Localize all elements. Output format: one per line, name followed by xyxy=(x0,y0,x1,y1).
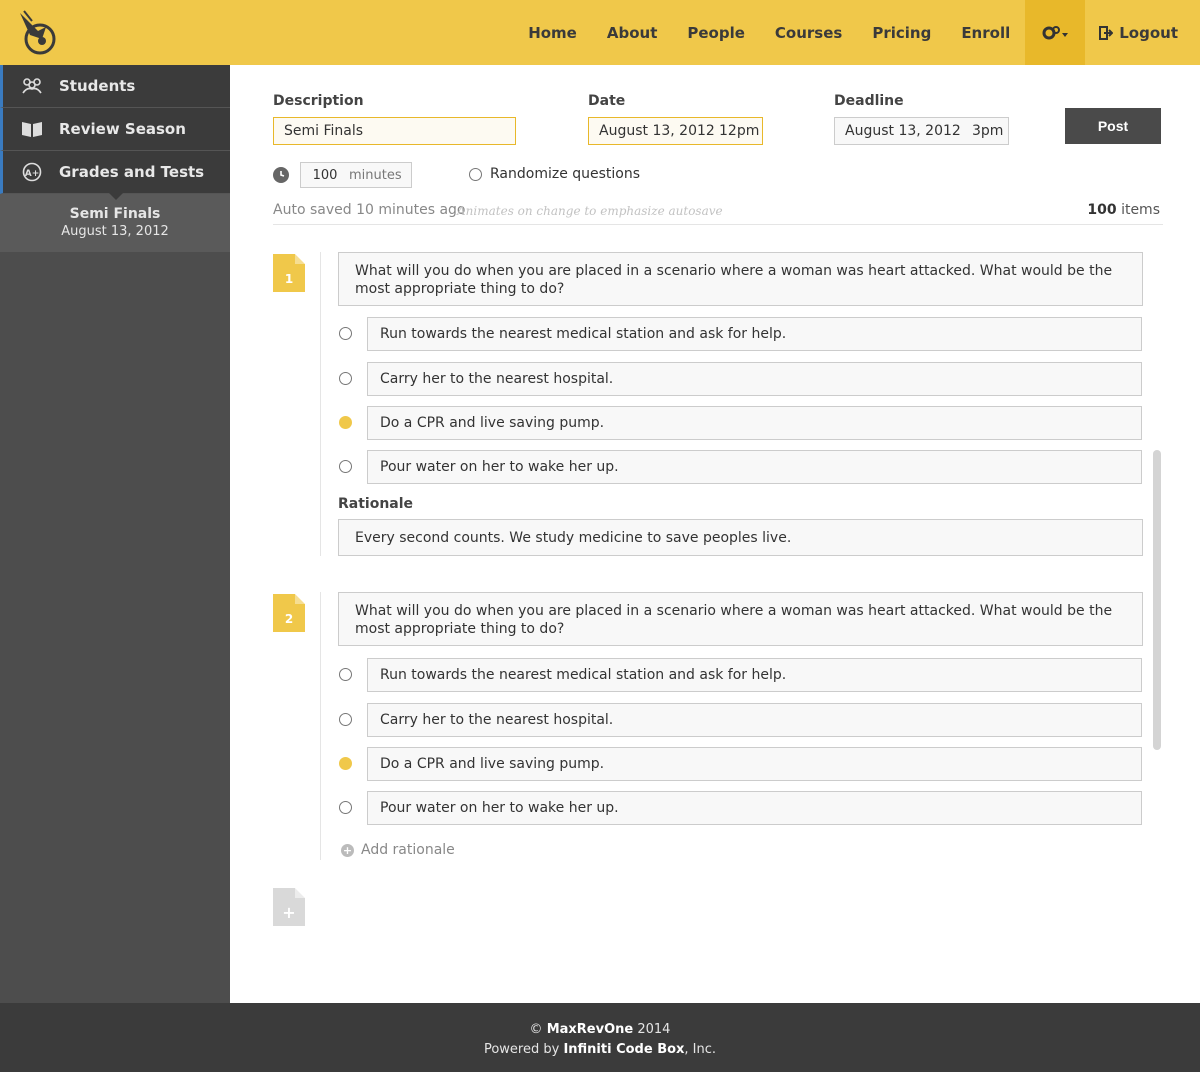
footer-brand: MaxRevOne xyxy=(546,1022,634,1037)
plus-icon: + xyxy=(282,903,296,922)
option-field[interactable]: Carry her to the nearest hospital. xyxy=(367,362,1142,396)
plus-icon: + xyxy=(341,843,354,857)
nav-about[interactable]: About xyxy=(592,0,673,65)
powered-brand[interactable]: Infiniti Code Box xyxy=(563,1042,684,1057)
question-text-field[interactable]: What will you do when you are placed in … xyxy=(338,252,1143,306)
date-label: Date xyxy=(588,93,626,109)
option-radio[interactable] xyxy=(339,372,352,385)
sidebar-item-students[interactable]: Students xyxy=(0,65,230,108)
date-time: 12pm xyxy=(719,123,760,139)
option-field[interactable]: Do a CPR and live saving pump. xyxy=(367,747,1142,781)
description-input[interactable]: Semi Finals xyxy=(273,117,516,145)
date-input[interactable]: August 13, 2012 12pm xyxy=(588,117,763,145)
option-radio[interactable] xyxy=(339,668,352,681)
autosave-note: Animates on change to emphasize autosave xyxy=(457,204,723,218)
randomize-label: Randomize questions xyxy=(490,166,641,182)
subitem-title: Semi Finals xyxy=(69,206,161,222)
footer-year: 2014 xyxy=(637,1022,671,1037)
sidebar-item-review-season[interactable]: Review Season xyxy=(0,108,230,151)
logout-label: Logout xyxy=(1119,23,1178,42)
option-radio-selected[interactable] xyxy=(339,757,352,770)
question-number: 1 xyxy=(284,272,294,286)
question-number: 2 xyxy=(284,612,294,626)
duration-input[interactable]: 100 minutes xyxy=(300,162,412,188)
powered-suffix: , Inc. xyxy=(684,1042,717,1057)
autosave-status: Auto saved 10 minutes ago xyxy=(273,202,466,218)
subitem-date: August 13, 2012 xyxy=(61,224,169,239)
question-number-badge: 2 xyxy=(273,594,305,632)
footer-copyright: © MaxRevOne 2014 xyxy=(0,1020,1200,1040)
option-radio[interactable] xyxy=(339,713,352,726)
items-count: 100 items xyxy=(1087,202,1160,218)
copyright-symbol: © xyxy=(529,1022,543,1037)
duration-unit: minutes xyxy=(349,167,402,183)
users-icon xyxy=(21,75,43,97)
sidebar-item-label: Review Season xyxy=(59,120,186,138)
option-radio-selected[interactable] xyxy=(339,416,352,429)
add-rationale-button[interactable]: + Add rationale xyxy=(341,842,455,858)
scrollbar-thumb[interactable] xyxy=(1153,450,1161,750)
deadline-input[interactable]: August 13, 2012 3pm xyxy=(834,117,1009,145)
randomize-radio[interactable] xyxy=(469,168,482,181)
add-rationale-label: Add rationale xyxy=(361,842,455,858)
sidebar-item-label: Grades and Tests xyxy=(59,163,205,181)
logo[interactable] xyxy=(16,9,58,57)
duration-value: 100 xyxy=(312,167,338,183)
question-number-badge: 1 xyxy=(273,254,305,292)
divider xyxy=(273,224,1163,225)
option-field[interactable]: Do a CPR and live saving pump. xyxy=(367,406,1142,440)
question-text-field[interactable]: What will you do when you are placed in … xyxy=(338,592,1143,646)
items-number: 100 xyxy=(1087,202,1117,218)
option-field[interactable]: Pour water on her to wake her up. xyxy=(367,791,1142,825)
question-line xyxy=(320,252,321,556)
footer: © MaxRevOne 2014 Powered by Infiniti Cod… xyxy=(0,1003,1200,1072)
nav-enroll[interactable]: Enroll xyxy=(946,0,1025,65)
main-nav: Home About People Courses Pricing Enroll… xyxy=(513,0,1200,65)
logout-link[interactable]: Logout xyxy=(1085,0,1200,65)
nav-courses[interactable]: Courses xyxy=(760,0,857,65)
option-radio[interactable] xyxy=(339,460,352,473)
option-field[interactable]: Run towards the nearest medical station … xyxy=(367,658,1142,692)
add-question-button[interactable]: + xyxy=(273,888,305,926)
post-button[interactable]: Post xyxy=(1065,108,1161,144)
svg-text:A+: A+ xyxy=(25,169,40,179)
deadline-value: August 13, 2012 xyxy=(845,123,961,139)
items-label: items xyxy=(1121,202,1160,218)
option-field[interactable]: Run towards the nearest medical station … xyxy=(367,317,1142,351)
sidebar-subitem-semi-finals[interactable]: Semi Finals August 13, 2012 xyxy=(0,193,230,252)
option-radio[interactable] xyxy=(339,801,352,814)
rationale-field[interactable]: Every second counts. We study medicine t… xyxy=(338,519,1143,556)
gears-icon xyxy=(1042,25,1069,39)
rationale-label: Rationale xyxy=(338,496,414,512)
nav-pricing[interactable]: Pricing xyxy=(857,0,946,65)
description-label: Description xyxy=(273,93,364,109)
grade-icon: A+ xyxy=(21,161,43,183)
option-field[interactable]: Pour water on her to wake her up. xyxy=(367,450,1142,484)
nav-people[interactable]: People xyxy=(672,0,760,65)
book-icon xyxy=(21,118,43,140)
clock-icon xyxy=(273,167,289,183)
active-pointer xyxy=(109,193,123,200)
option-field[interactable]: Carry her to the nearest hospital. xyxy=(367,703,1142,737)
sidebar-item-grades-tests[interactable]: A+ Grades and Tests xyxy=(0,151,230,194)
top-header: Home About People Courses Pricing Enroll… xyxy=(0,0,1200,65)
deadline-time: 3pm xyxy=(972,123,1004,139)
sidebar-item-label: Students xyxy=(59,77,136,95)
description-value: Semi Finals xyxy=(284,123,364,139)
settings-dropdown[interactable] xyxy=(1025,0,1086,65)
deadline-label: Deadline xyxy=(834,93,904,109)
option-radio[interactable] xyxy=(339,327,352,340)
question-line xyxy=(320,592,321,860)
footer-powered: Powered by Infiniti Code Box, Inc. xyxy=(0,1040,1200,1060)
logout-icon xyxy=(1099,25,1114,40)
date-value: August 13, 2012 xyxy=(599,123,715,139)
nav-home[interactable]: Home xyxy=(513,0,592,65)
powered-prefix: Powered by xyxy=(483,1042,560,1057)
sidebar: Students Review Season A+ Grades and Tes… xyxy=(0,65,230,1003)
